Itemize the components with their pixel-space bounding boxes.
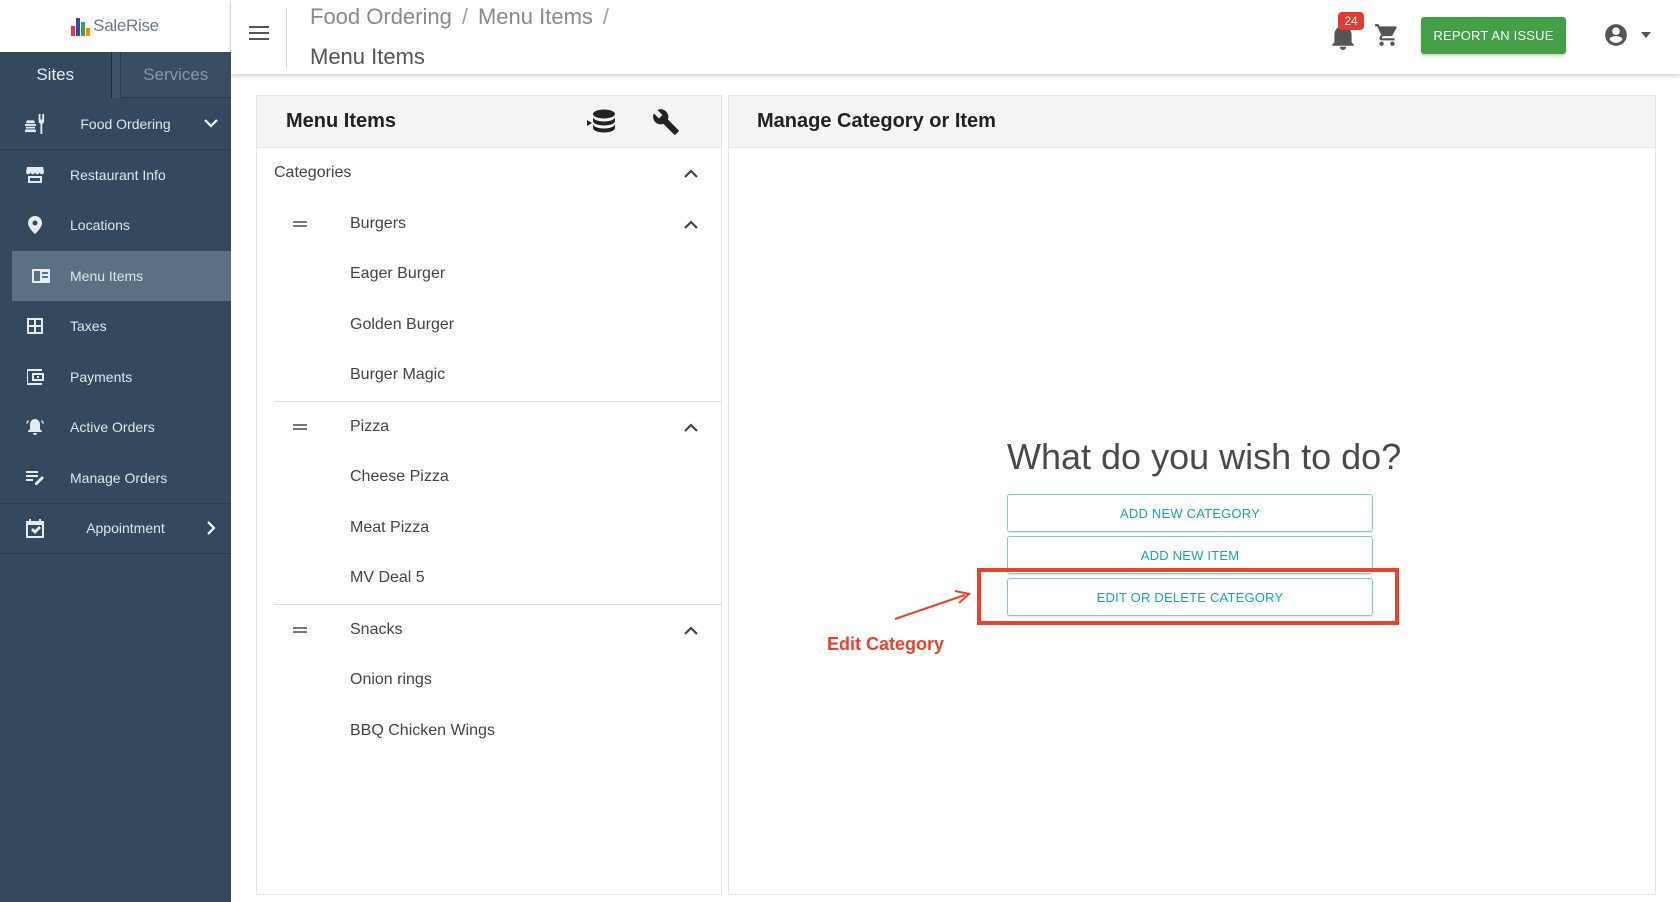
sidebar-item-restaurant-info[interactable]: Restaurant Info — [0, 150, 231, 201]
logo-text: SaleRise — [93, 16, 159, 35]
menu-item-row[interactable]: Onion rings — [257, 655, 721, 706]
sidebar-item-active-orders[interactable]: Active Orders — [0, 402, 231, 453]
sidebar-nav: Food Ordering Restaurant Info Locations … — [0, 98, 231, 554]
tab-services[interactable]: Services — [119, 52, 231, 98]
menu-item-row[interactable]: Burger Magic — [257, 350, 721, 401]
panel-title: Manage Category or Item — [757, 110, 996, 132]
chevron-down-icon[interactable] — [191, 119, 231, 128]
sidebar-item-label: Food Ordering — [80, 115, 171, 132]
hamburger-menu-icon[interactable] — [249, 26, 269, 46]
wish-prompt: What do you wish to do? — [1007, 436, 1402, 477]
categories-root-row[interactable]: Categories — [257, 148, 721, 199]
menu-items-panel-header: Menu Items — [257, 96, 721, 148]
category-row-burgers[interactable]: Burgers — [257, 199, 721, 250]
menu-item-row[interactable]: Golden Burger — [257, 300, 721, 351]
category-name: Pizza — [350, 417, 390, 435]
manage-panel-header: Manage Category or Item — [729, 96, 1655, 148]
shopping-cart-icon[interactable] — [1374, 22, 1402, 50]
chevron-right-icon[interactable] — [191, 521, 231, 536]
category-name: Burgers — [350, 214, 407, 232]
sidebar-item-label: Restaurant Info — [70, 166, 166, 183]
manage-panel: Manage Category or Item What do you wish… — [728, 95, 1656, 895]
sidebar-item-appointment[interactable]: Appointment — [0, 503, 231, 554]
panel-title: Menu Items — [286, 110, 397, 132]
sidebar-item-label: Taxes — [70, 318, 107, 335]
storefront-icon — [0, 166, 70, 183]
annotation-label: Edit Category — [827, 634, 945, 654]
top-header: Food Ordering / Menu Items / Menu Items … — [231, 0, 1680, 74]
drag-handle-icon[interactable] — [257, 626, 350, 633]
sidebar-item-taxes[interactable]: Taxes — [0, 301, 231, 352]
breadcrumb-separator: / — [602, 4, 610, 29]
notification-count-badge: 24 — [1338, 12, 1364, 30]
sidebar-item-label: Payments — [70, 368, 133, 385]
menu-item-row[interactable]: Eager Burger — [257, 249, 721, 300]
salerise-logo[interactable]: SaleRise — [71, 16, 159, 36]
location-pin-icon — [0, 216, 70, 235]
chevron-up-icon[interactable] — [683, 217, 699, 231]
wrench-icon[interactable] — [652, 108, 682, 136]
categories-label: Categories — [274, 164, 352, 182]
sidebar-tabs: Sites Services — [0, 52, 231, 98]
category-name: Snacks — [350, 620, 403, 638]
edit-list-icon — [0, 470, 70, 485]
chevron-up-icon[interactable] — [683, 623, 699, 637]
category-row-pizza[interactable]: Pizza — [257, 402, 721, 453]
annotation-arrow-icon — [894, 590, 972, 620]
chevron-up-icon[interactable] — [683, 420, 699, 434]
menu-book-icon — [12, 268, 70, 283]
header-divider — [286, 8, 287, 68]
breadcrumb: Food Ordering / Menu Items / — [310, 4, 609, 30]
menu-item-row[interactable]: BBQ Chicken Wings — [257, 706, 721, 757]
menu-item-row[interactable]: Meat Pizza — [257, 503, 721, 554]
stack-layers-icon[interactable] — [587, 108, 617, 136]
calculator-icon — [0, 318, 70, 335]
breadcrumb-separator: / — [461, 4, 468, 29]
bell-ring-icon — [0, 418, 70, 436]
sidebar-item-menu-items[interactable]: Menu Items — [12, 250, 231, 301]
account-circle-icon[interactable] — [1603, 22, 1631, 50]
breadcrumb-menu-items[interactable]: Menu Items — [478, 4, 593, 30]
logo-mark-icon — [71, 18, 91, 36]
account-dropdown-caret-icon[interactable] — [1641, 32, 1651, 38]
sidebar-item-food-ordering[interactable]: Food Ordering — [0, 99, 231, 150]
breadcrumb-food-ordering[interactable]: Food Ordering — [310, 4, 452, 30]
drag-handle-icon[interactable] — [257, 220, 350, 227]
page-title: Menu Items — [310, 44, 425, 69]
sidebar-item-label: Manage Orders — [70, 469, 168, 486]
menu-items-panel: Menu Items Categories Burgers Eager Burg… — [256, 95, 722, 895]
sidebar-item-payments[interactable]: Payments — [0, 352, 231, 403]
menu-item-row[interactable]: MV Deal 5 — [257, 553, 721, 604]
sidebar-item-label: Appointment — [86, 520, 165, 537]
tab-sites[interactable]: Sites — [0, 52, 112, 98]
report-issue-button[interactable]: REPORT AN ISSUE — [1421, 17, 1566, 54]
sidebar-item-manage-orders[interactable]: Manage Orders — [0, 453, 231, 504]
annotation-highlight-box — [977, 568, 1399, 625]
calendar-check-icon — [0, 518, 70, 538]
sidebar-item-label: Locations — [70, 217, 130, 234]
food-icon — [0, 113, 70, 134]
sidebar-item-locations[interactable]: Locations — [0, 200, 231, 251]
wallet-icon — [0, 368, 70, 385]
menu-item-row[interactable]: Cheese Pizza — [257, 452, 721, 503]
add-new-category-button[interactable]: ADD NEW CATEGORY — [1007, 494, 1373, 532]
category-row-snacks[interactable]: Snacks — [257, 605, 721, 656]
chevron-up-icon[interactable] — [683, 166, 699, 180]
sidebar: SaleRise Sites Services Food Ordering Re… — [0, 0, 231, 902]
drag-handle-icon[interactable] — [257, 423, 350, 430]
sidebar-item-label: Menu Items — [70, 267, 144, 284]
sidebar-item-label: Active Orders — [70, 419, 155, 436]
logo-area: SaleRise — [0, 0, 231, 52]
